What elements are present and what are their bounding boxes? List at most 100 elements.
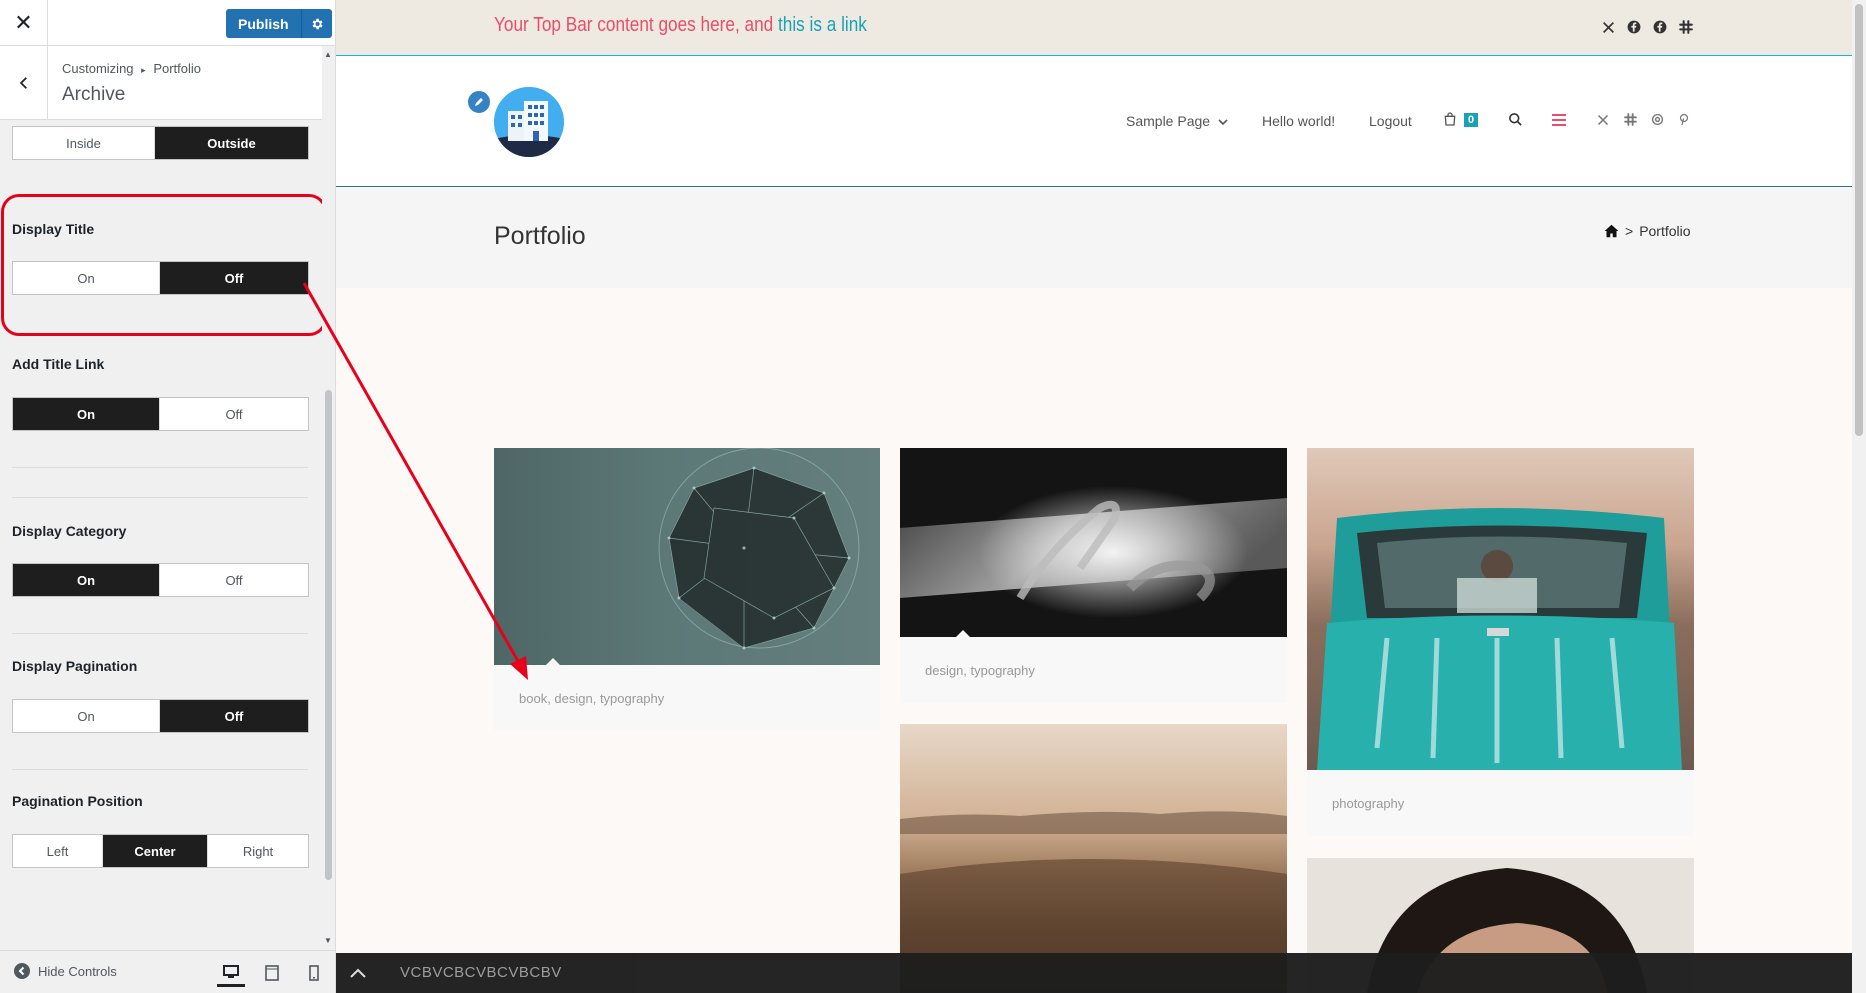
tablet-icon <box>265 965 279 981</box>
customizer-breadcrumb: Customizing ▸ Portfolio <box>62 61 201 76</box>
x-icon[interactable] <box>1597 113 1609 129</box>
facebook-icon[interactable] <box>1626 19 1642 35</box>
nav-sample-page[interactable]: Sample Page <box>1126 113 1228 129</box>
nav-hello-world[interactable]: Hello world! <box>1262 113 1335 129</box>
cart-icon[interactable] <box>1442 111 1458 130</box>
breadcrumb-separator: > <box>1625 223 1634 239</box>
globe-network-image <box>658 448 860 650</box>
pagination-right[interactable]: Right <box>208 835 308 867</box>
position-toggle: Inside Outside <box>12 126 309 160</box>
display-category-on[interactable]: On <box>13 564 160 596</box>
highlight-annotation <box>1 194 327 336</box>
portfolio-item-categories[interactable]: book, design, typography <box>494 665 880 731</box>
desktop-preview-button[interactable] <box>217 959 245 987</box>
display-category-label: Display Category <box>12 523 127 539</box>
x-icon[interactable] <box>1600 19 1616 35</box>
site-preview: Your Top Bar content goes here, and this… <box>336 0 1852 993</box>
page-header: Portfolio > Portfolio <box>336 188 1852 288</box>
scroll-up-icon[interactable]: ▲ <box>324 50 332 59</box>
chevron-left-icon <box>19 77 27 89</box>
footer-bar-text: VCBVCBCVBCVBCBV <box>400 964 562 981</box>
footer-bar: VCBVCBCVBCVBCBV <box>336 953 1852 993</box>
chevron-down-icon <box>1218 119 1228 126</box>
divider <box>12 467 308 468</box>
slack-icon[interactable] <box>1678 19 1694 35</box>
pagination-center[interactable]: Center <box>103 835 208 867</box>
pinterest-icon[interactable] <box>1678 113 1690 129</box>
display-pagination-toggle: On Off <box>12 699 309 733</box>
back-button[interactable] <box>0 46 48 120</box>
portfolio-content: book, design, typography design, typogra… <box>336 288 1852 993</box>
site-header: Sample Page Hello world! Logout 0 <box>336 57 1852 187</box>
close-customizer-button[interactable]: ✕ <box>0 0 48 46</box>
top-bar-text: Your Top Bar content goes here, and this… <box>494 14 867 37</box>
pagination-position-label: Pagination Position <box>12 793 143 809</box>
mobile-preview-button[interactable] <box>300 959 328 987</box>
pencil-icon <box>475 98 483 106</box>
divider <box>12 633 308 634</box>
publish-button[interactable]: Publish <box>226 9 301 38</box>
add-title-link-toggle: On Off <box>12 397 309 431</box>
display-category-off[interactable]: Off <box>160 564 308 596</box>
building-logo-icon <box>494 87 564 157</box>
mobile-icon <box>309 965 319 981</box>
display-pagination-on[interactable]: On <box>13 700 160 732</box>
edit-shortcut-button[interactable] <box>466 89 492 115</box>
hide-controls-button[interactable]: Hide Controls <box>14 963 117 979</box>
close-icon: ✕ <box>14 10 33 35</box>
site-breadcrumb: > Portfolio <box>1604 223 1691 239</box>
nav-logout[interactable]: Logout <box>1369 113 1412 129</box>
scroll-down-icon[interactable]: ▼ <box>324 936 332 945</box>
section-title: Archive <box>62 84 126 105</box>
portfolio-item-image[interactable] <box>900 448 1287 637</box>
portfolio-item-image[interactable] <box>494 448 880 665</box>
section-header: Customizing ▸ Portfolio Archive <box>0 46 335 120</box>
portfolio-item-categories[interactable]: design, typography <box>900 637 1287 703</box>
portfolio-item-image[interactable] <box>1307 448 1694 770</box>
pagination-left[interactable]: Left <box>13 835 103 867</box>
card-notch <box>546 658 560 665</box>
cart-count-badge: 0 <box>1464 113 1479 127</box>
vintage-car-image <box>1317 508 1682 770</box>
chevron-up-icon <box>350 968 366 978</box>
hide-controls-label: Hide Controls <box>38 963 117 979</box>
option-outside[interactable]: Outside <box>155 127 308 159</box>
publish-settings-button[interactable] <box>300 9 332 38</box>
display-pagination-label: Display Pagination <box>12 658 138 674</box>
add-title-link-label: Add Title Link <box>12 356 105 372</box>
option-inside[interactable]: Inside <box>13 127 155 159</box>
top-bar-link[interactable]: this is a link <box>778 14 867 36</box>
top-bar-content: Your Top Bar content goes here, and <box>494 14 779 36</box>
display-pagination-off[interactable]: Off <box>160 700 308 732</box>
customizer-footer: Hide Controls <box>0 950 335 993</box>
desktop-icon <box>223 964 239 978</box>
divider <box>12 497 308 498</box>
tablet-preview-button[interactable] <box>258 959 286 987</box>
scroll-top-button[interactable] <box>346 961 370 985</box>
divider <box>12 769 308 770</box>
collapse-icon <box>14 963 30 979</box>
card-notch <box>956 630 970 637</box>
breadcrumb-parent: Portfolio <box>153 61 202 76</box>
site-logo[interactable] <box>494 87 564 157</box>
slack-icon[interactable] <box>1624 113 1637 129</box>
add-title-link-off[interactable]: Off <box>160 398 308 430</box>
display-category-toggle: On Off <box>12 563 309 597</box>
search-icon[interactable] <box>1508 112 1523 130</box>
page-title: Portfolio <box>494 222 586 250</box>
gear-icon <box>312 18 323 29</box>
portfolio-item-categories[interactable]: photography <box>1307 770 1694 836</box>
top-bar: Your Top Bar content goes here, and this… <box>336 0 1852 56</box>
home-icon[interactable] <box>1604 224 1619 238</box>
publish-group: Publish <box>226 9 332 38</box>
threads-icon[interactable] <box>1651 113 1664 129</box>
sidebar-scroll-thumb[interactable] <box>325 390 332 880</box>
hamburger-menu-icon[interactable] <box>1552 113 1566 129</box>
hands-light-image <box>900 448 1287 637</box>
nav-label: Sample Page <box>1126 113 1211 129</box>
facebook-icon[interactable] <box>1652 19 1668 35</box>
breadcrumb-current: Portfolio <box>1639 223 1691 239</box>
pagination-position-toggle: Left Center Right <box>12 834 309 868</box>
preview-scroll-thumb[interactable] <box>1855 4 1863 436</box>
add-title-link-on[interactable]: On <box>13 398 160 430</box>
